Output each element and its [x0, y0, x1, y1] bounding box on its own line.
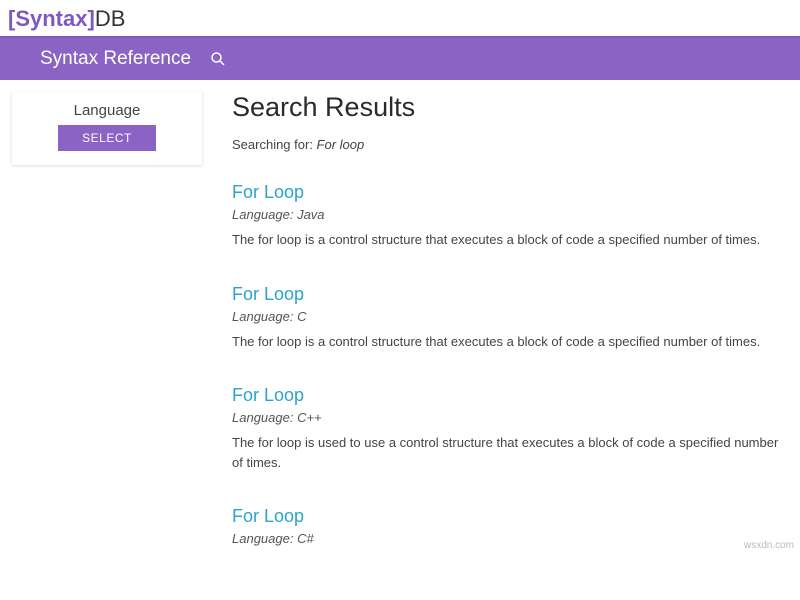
searching-prefix: Searching for:: [232, 137, 317, 152]
result-description: The for loop is a control structure that…: [232, 230, 780, 250]
page-title: Search Results: [232, 92, 780, 123]
logo-bracket-close: ]: [87, 6, 94, 31]
result-title-link[interactable]: For Loop: [232, 284, 780, 305]
searching-term: For loop: [317, 137, 365, 152]
result-title-link[interactable]: For Loop: [232, 385, 780, 406]
result-description: The for loop is a control structure that…: [232, 332, 780, 352]
navbar: Syntax Reference: [0, 38, 800, 80]
search-icon[interactable]: [209, 50, 227, 68]
result-language: Language: C++: [232, 410, 780, 425]
header: [Syntax]DB: [0, 0, 800, 38]
result-language: Language: C#: [232, 531, 780, 546]
main: Search Results Searching for: For loop F…: [232, 92, 800, 600]
result-language: Language: C: [232, 309, 780, 324]
sidebar-title: Language: [12, 102, 202, 119]
search-result: For Loop Language: C++ The for loop is u…: [232, 385, 780, 472]
logo-db: DB: [95, 6, 126, 31]
logo[interactable]: [Syntax]DB: [8, 6, 125, 31]
result-language: Language: Java: [232, 207, 780, 222]
result-title-link[interactable]: For Loop: [232, 182, 780, 203]
language-select-button[interactable]: SELECT: [58, 125, 156, 151]
search-result: For Loop Language: C#: [232, 506, 780, 546]
search-result: For Loop Language: Java The for loop is …: [232, 182, 780, 250]
searching-for: Searching for: For loop: [232, 137, 780, 152]
content: Language SELECT Search Results Searching…: [0, 80, 800, 600]
search-result: For Loop Language: C The for loop is a c…: [232, 284, 780, 352]
watermark: wsxdn.com: [744, 540, 794, 551]
result-title-link[interactable]: For Loop: [232, 506, 780, 527]
sidebar-language: Language SELECT: [12, 92, 202, 165]
nav-title[interactable]: Syntax Reference: [40, 48, 191, 70]
result-description: The for loop is used to use a control st…: [232, 433, 780, 472]
logo-syntax: Syntax: [15, 6, 87, 31]
